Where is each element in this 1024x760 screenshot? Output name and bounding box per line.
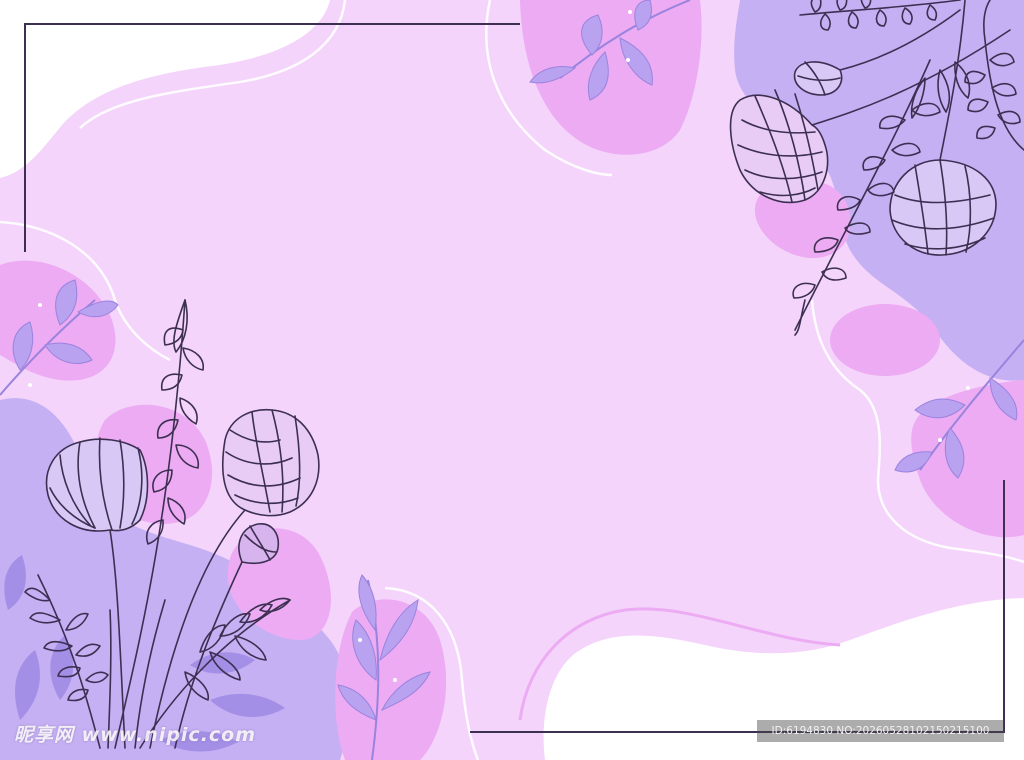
site-watermark-logo: 昵享网 www.nipic.com [14,724,257,746]
pink-blob-bottom-center-left [335,599,447,760]
artwork-svg [0,0,1024,760]
pink-blob-right-middle [830,304,940,376]
floral-frame-artwork: 昵享网 www.nipic.com ID:6194830 NO:20260528… [0,0,1024,760]
image-id-watermark: ID:6194830 NO:20260528102150215100 [757,720,1004,742]
